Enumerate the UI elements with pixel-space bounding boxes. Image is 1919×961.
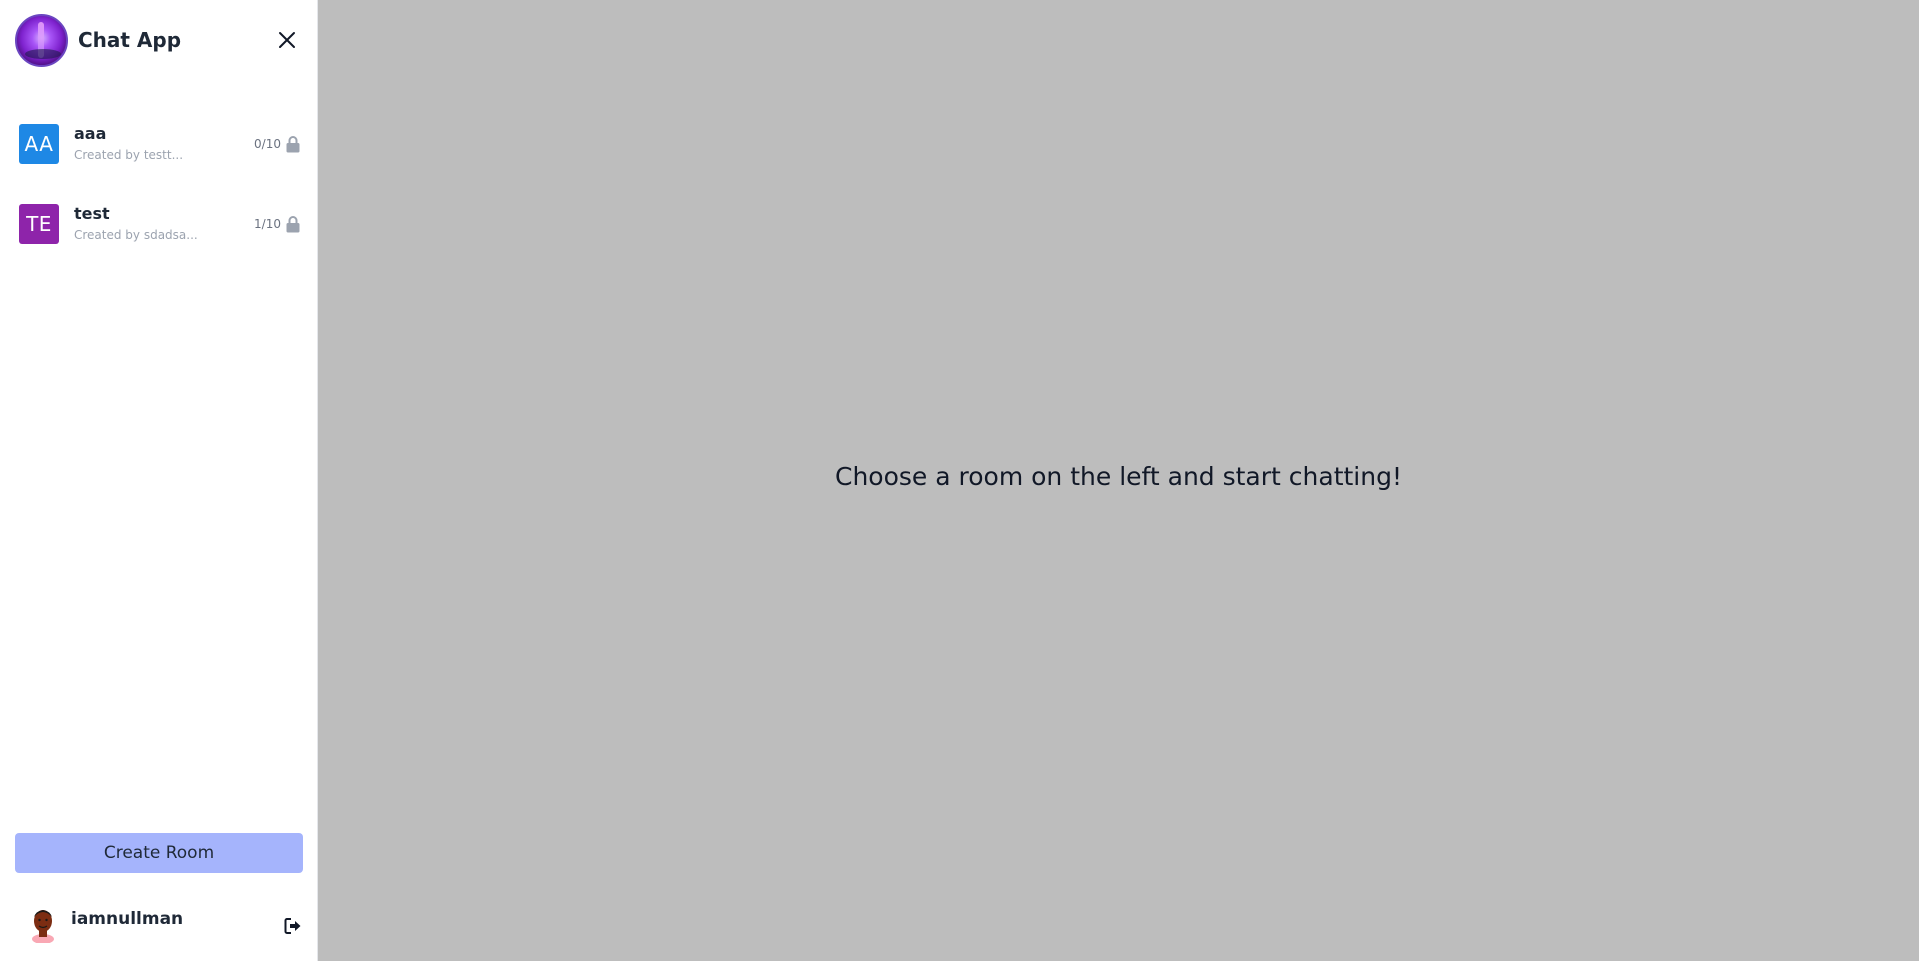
chat-main-area: Choose a room on the left and start chat… <box>318 0 1919 961</box>
room-item-aaa[interactable]: AA aaa Created by testt... 0/10 <box>0 104 318 184</box>
create-room-button[interactable]: Create Room <box>15 833 303 873</box>
lock-icon <box>285 215 300 233</box>
room-avatar: TE <box>19 204 59 244</box>
room-creator: Created by testt... <box>74 148 184 162</box>
app-root: Chat App AA aaa Created by testt... 0/10 <box>0 0 1919 961</box>
room-list: AA aaa Created by testt... 0/10 TE test <box>0 104 318 264</box>
room-name: test <box>74 204 110 223</box>
close-icon <box>279 32 295 48</box>
room-info: test Created by sdadsa... <box>74 204 254 244</box>
empty-state-message: Choose a room on the left and start chat… <box>835 462 1402 491</box>
user-bar: iamnullman <box>24 903 304 943</box>
room-info: aaa Created by testt... <box>74 124 254 164</box>
username: iamnullman <box>71 909 184 929</box>
room-creator: Created by sdadsa... <box>74 228 198 242</box>
room-name: aaa <box>74 124 107 143</box>
user-avatar <box>32 910 54 943</box>
lock-icon <box>285 135 300 153</box>
close-sidebar-button[interactable] <box>274 27 300 53</box>
app-title: Chat App <box>78 28 182 52</box>
logout-icon[interactable] <box>284 917 302 935</box>
sidebar-header: Chat App <box>15 12 300 68</box>
room-item-test[interactable]: TE test Created by sdadsa... 1/10 <box>0 184 318 264</box>
room-occupancy: 1/10 <box>254 217 281 231</box>
app-logo <box>15 13 68 67</box>
room-occupancy: 0/10 <box>254 137 281 151</box>
room-avatar: AA <box>19 124 59 164</box>
sidebar: Chat App AA aaa Created by testt... 0/10 <box>0 0 318 961</box>
